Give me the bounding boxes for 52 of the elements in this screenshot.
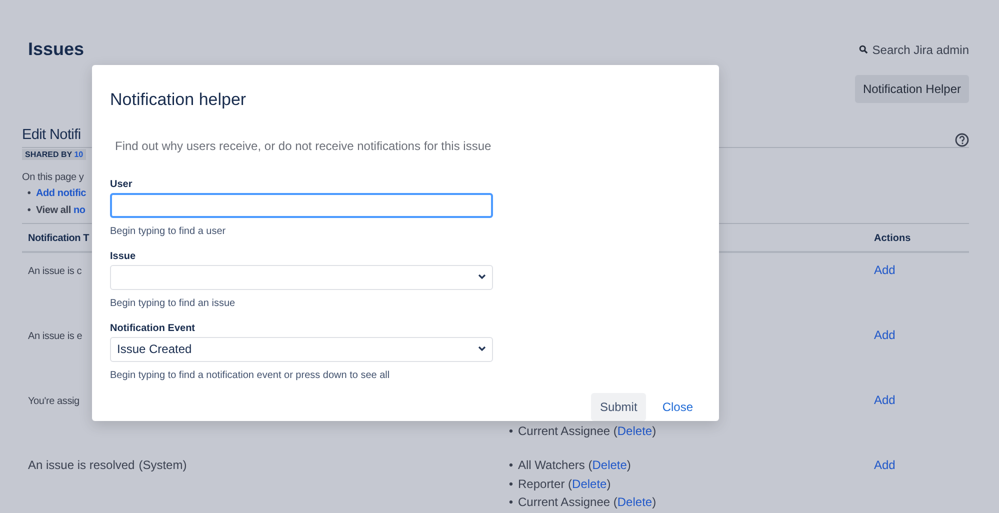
add-link[interactable]: Add [874, 458, 896, 472]
add-link[interactable]: Add [874, 393, 896, 408]
event-name: You're assig [28, 396, 80, 408]
recipient-item: Current Assignee (Delete) [518, 494, 656, 512]
delete-link[interactable]: Delete [617, 424, 652, 438]
recipient-item: Reporter (Delete) [518, 476, 611, 493]
bullet-marker: • [508, 476, 514, 493]
search-icon [859, 45, 868, 54]
field-help-text: Begin typing to find a user [110, 224, 227, 238]
delete-link[interactable]: Delete [592, 458, 627, 472]
event-name: An issue is resolved [28, 458, 135, 472]
select-field[interactable] [110, 264, 493, 290]
bullet-marker: • [508, 422, 514, 440]
notification-helper-button[interactable]: Notification Helper [854, 75, 969, 103]
intro-text: On this page y [22, 172, 84, 183]
event-name: An issue is e [28, 331, 82, 342]
recipient-item: Current Assignee (Delete) [518, 422, 656, 440]
bullet-item: View all no [36, 204, 86, 218]
bullet-marker: • [26, 187, 32, 202]
event-name: An issue is c [28, 266, 82, 278]
search-link[interactable]: Search Jira admin [859, 40, 969, 58]
delete-link[interactable]: Delete [572, 476, 607, 491]
delete-link[interactable]: Delete [617, 495, 652, 510]
chevron-down-icon [478, 274, 486, 280]
select-field[interactable]: Issue Created [110, 336, 493, 362]
field-label: Issue [110, 250, 137, 264]
event-type: (System) [138, 458, 187, 472]
recipient-item: All Watchers (Delete) [518, 457, 631, 474]
shared-by-link[interactable]: 10 [74, 150, 84, 159]
add-link[interactable]: Add [874, 328, 896, 342]
section-title: Edit Notifi [22, 126, 81, 145]
chevron-down-icon [478, 346, 486, 352]
bullet-link[interactable]: Add notific [36, 188, 86, 200]
bullet-marker: • [508, 494, 514, 512]
dialog-title: Notification helper [110, 89, 248, 111]
field-label: Notification Event [110, 322, 196, 336]
dialog-description: Find out why users receive, or do not receive notifications for this issue [114, 138, 492, 154]
column-header: Notification T [27, 232, 90, 246]
submit-button[interactable]: Submit [590, 392, 646, 420]
field-label: User [110, 178, 134, 192]
input-field[interactable] [110, 192, 493, 218]
page-title: Issues [28, 38, 84, 61]
bullet-marker: • [26, 204, 32, 218]
bullet-marker: • [508, 457, 514, 474]
bullet-link[interactable]: no [73, 205, 86, 216]
field-help-text: Begin typing to find an issue [110, 296, 236, 310]
column-header: Actions [873, 232, 912, 246]
close-link[interactable]: Close [662, 398, 693, 416]
help-icon[interactable] [955, 132, 969, 147]
shared-by-label: SHARED BY 10 [22, 148, 86, 160]
field-help-text: Begin typing to find a notification event or press down to see all [110, 368, 391, 382]
add-link[interactable]: Add [874, 263, 896, 278]
